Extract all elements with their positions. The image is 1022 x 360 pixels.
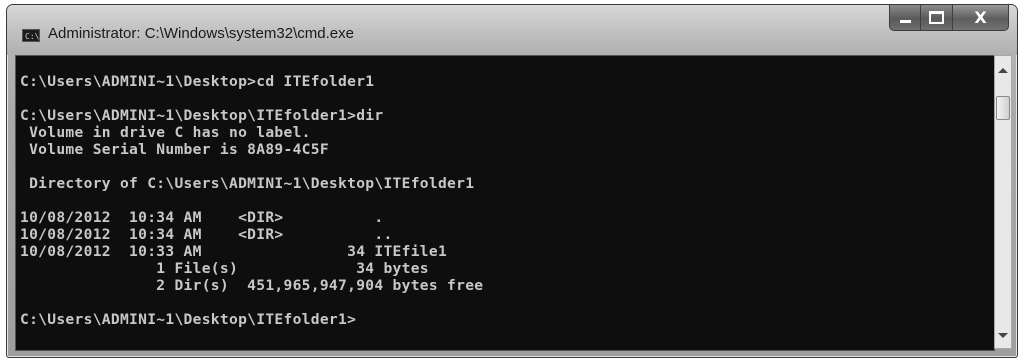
title-bar[interactable]: C:\ Administrator: C:\Windows\system32\c… (7, 5, 1017, 55)
scroll-up-arrow-icon[interactable] (998, 68, 1008, 73)
console-line: 10/08/2012 10:34 AM <DIR> . (20, 209, 384, 226)
scroll-down-arrow-icon[interactable] (998, 333, 1008, 338)
console-prompt: C:\Users\ADMINI~1\Desktop\ITEfolder1> (20, 311, 357, 328)
close-button[interactable]: X (953, 5, 1009, 31)
console-line: Directory of C:\Users\ADMINI~1\Desktop\I… (20, 175, 475, 192)
console-line: Volume in drive C has no label. (20, 124, 311, 141)
console-line: 2 Dir(s) 451,965,947,904 bytes free (20, 277, 484, 294)
console-lines: C:\Users\ADMINI~1\Desktop>cd ITEfolder1 … (20, 73, 483, 328)
window-title: Administrator: C:\Windows\system32\cmd.e… (48, 25, 354, 42)
minimize-button[interactable] (889, 5, 921, 31)
maximize-icon (929, 11, 944, 24)
cmd-window: C:\ Administrator: C:\Windows\system32\c… (6, 4, 1018, 358)
close-icon: X (974, 8, 987, 27)
console-line: 1 File(s) 34 bytes (20, 260, 429, 277)
console-output[interactable]: C:\Users\ADMINI~1\Desktop>cd ITEfolder1 … (15, 55, 995, 351)
maximize-button[interactable] (921, 5, 953, 31)
console-line: 10/08/2012 10:34 AM <DIR> .. (20, 226, 393, 243)
console-line: C:\Users\ADMINI~1\Desktop>cd ITEfolder1 (20, 73, 375, 90)
vertical-scrollbar[interactable] (994, 55, 1012, 349)
console-line: 10/08/2012 10:33 AM 34 ITEfile1 (20, 243, 448, 260)
scroll-thumb[interactable] (996, 96, 1010, 120)
console-line: C:\Users\ADMINI~1\Desktop\ITEfolder1>dir (20, 107, 384, 124)
caption-buttons: X (889, 5, 1009, 33)
minimize-icon (899, 20, 911, 23)
cmd-icon[interactable]: C:\ (22, 29, 40, 42)
console-line: Volume Serial Number is 8A89-4C5F (20, 141, 329, 158)
